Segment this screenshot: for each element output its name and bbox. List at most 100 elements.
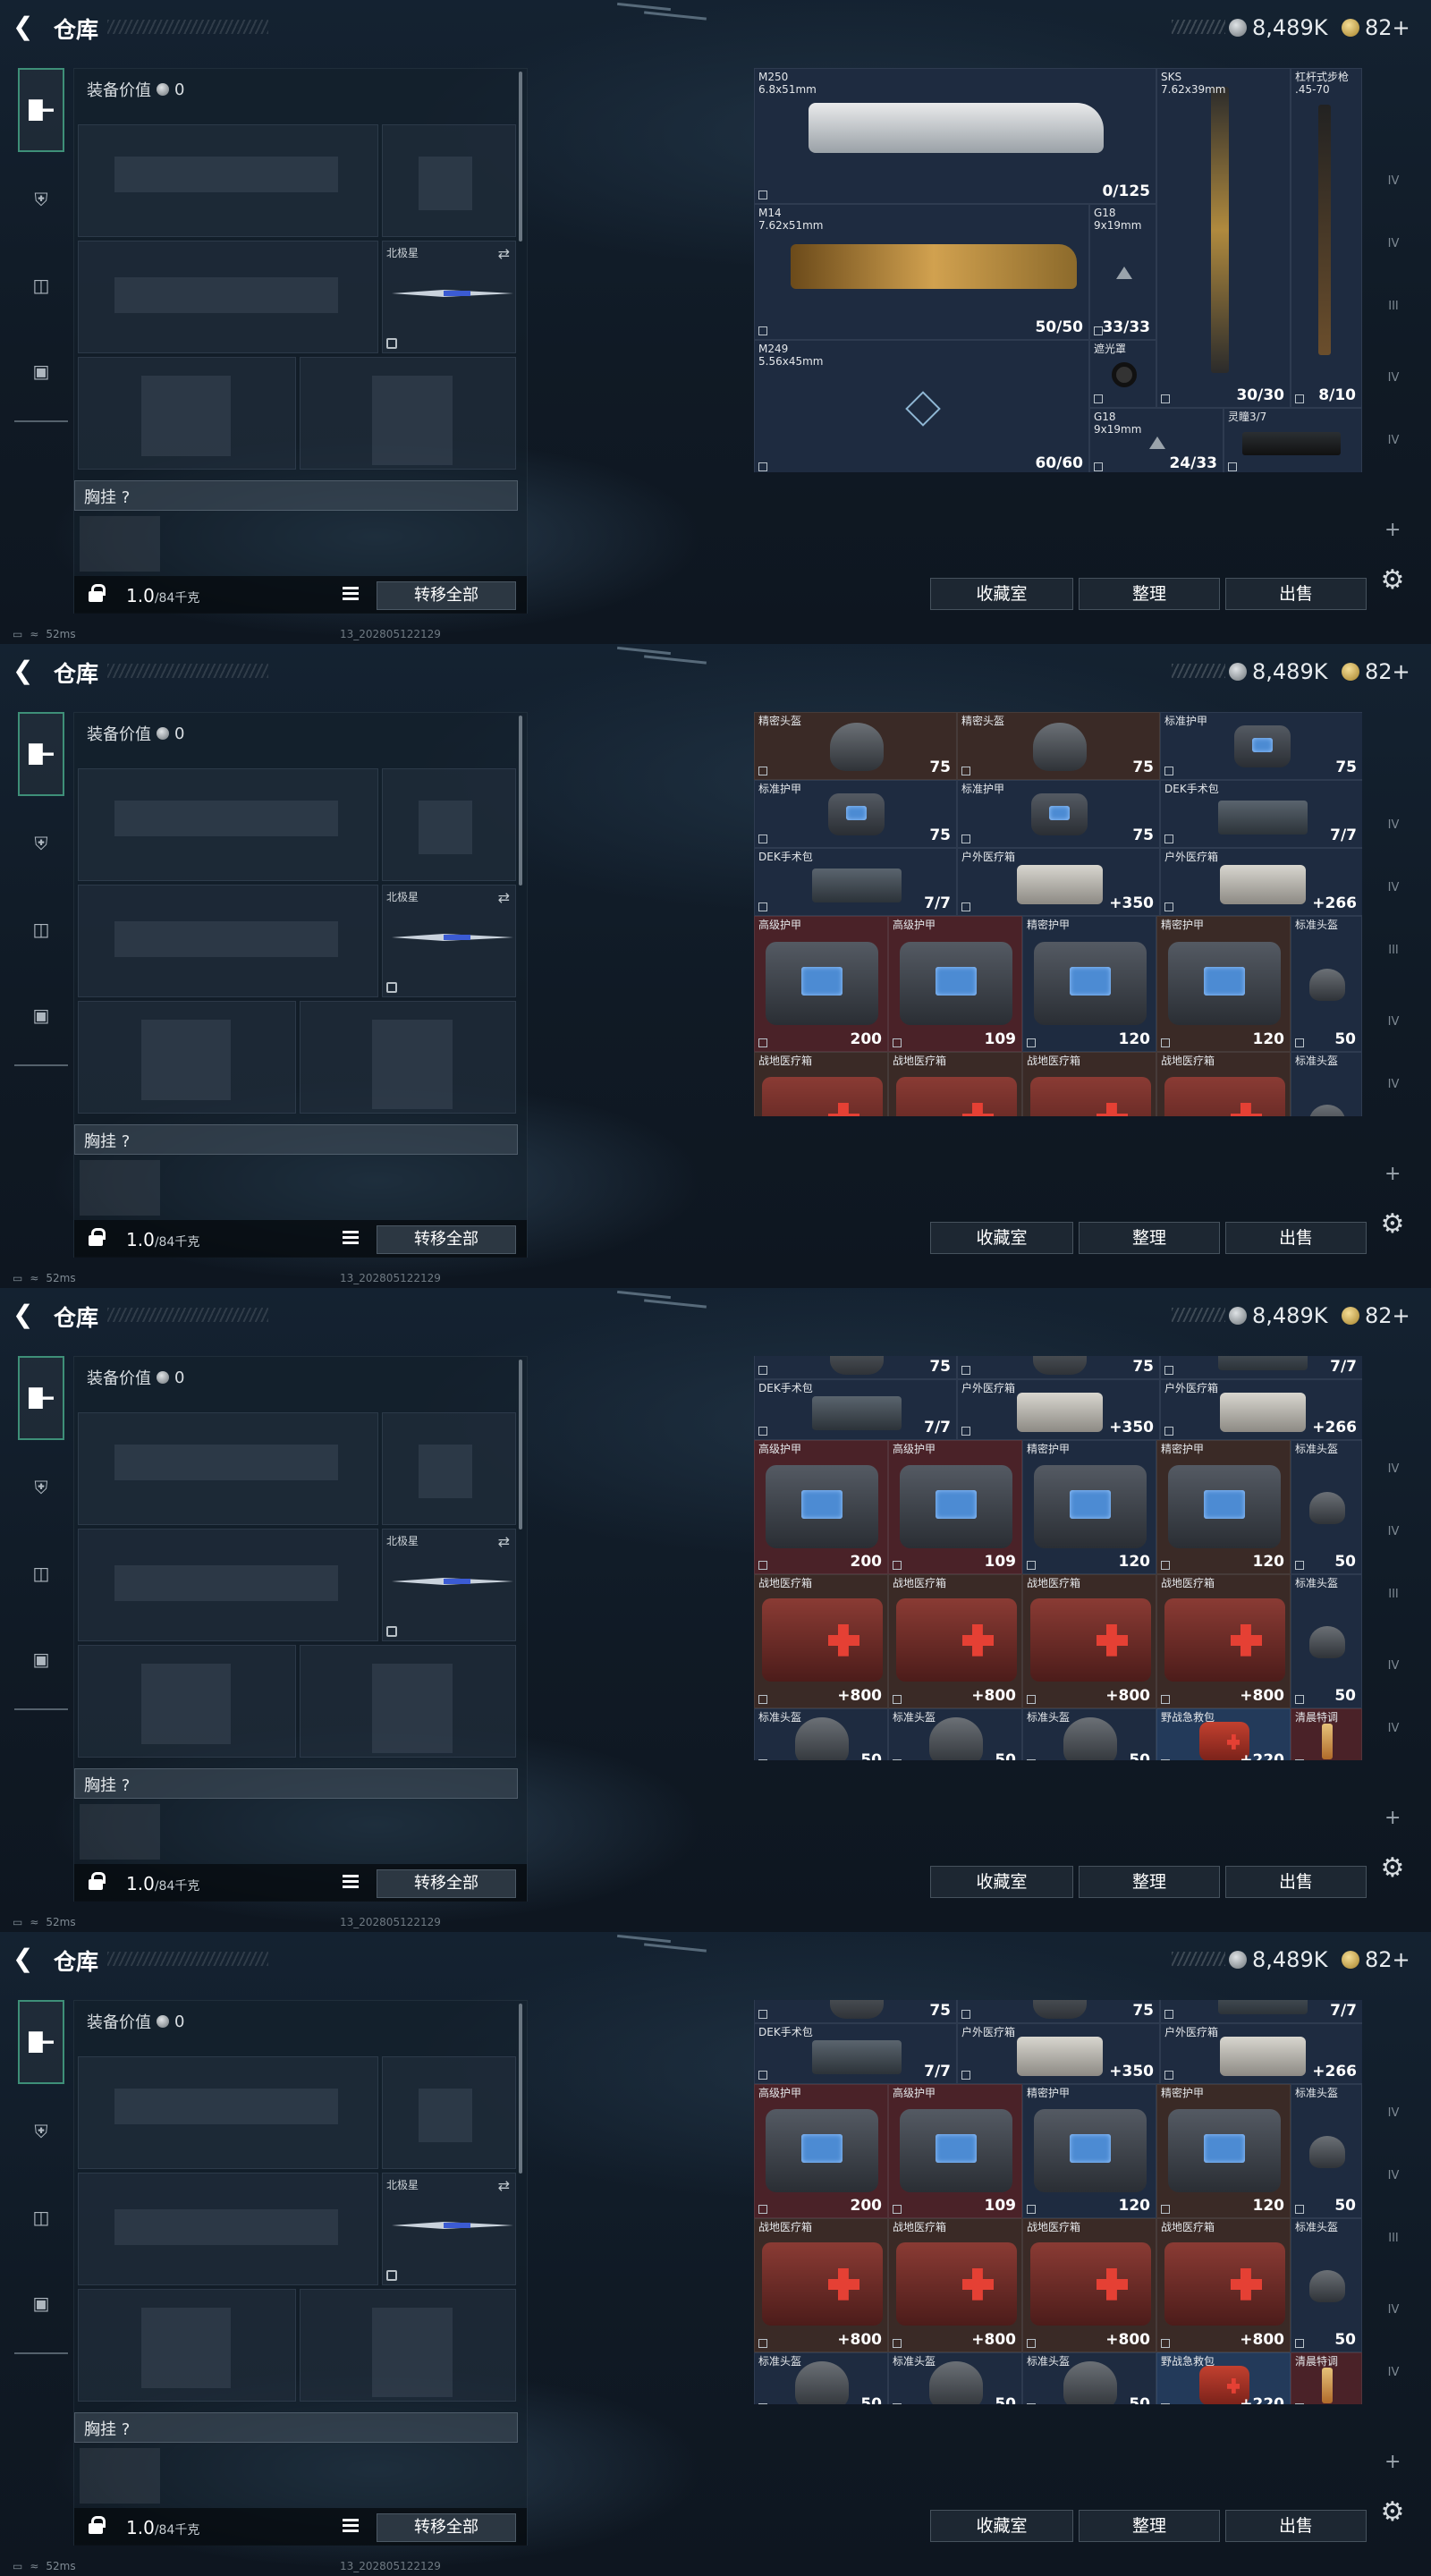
storage-item[interactable]: 高级护甲 109: [888, 2084, 1022, 2218]
list-icon[interactable]: [343, 1875, 359, 1889]
collection-button[interactable]: 收藏室: [930, 578, 1073, 610]
tab-armor[interactable]: ⛨: [18, 157, 64, 242]
storage-item[interactable]: 野战急救包 +220: [1156, 1708, 1291, 1760]
tab-backpack[interactable]: ▣: [18, 329, 64, 413]
loadout-scrollbar[interactable]: [519, 72, 522, 242]
storage-tab[interactable]: IV: [1376, 2343, 1411, 2379]
storage-tab[interactable]: IV: [1376, 411, 1411, 447]
chest-rig-slot[interactable]: 胸挂 ?: [74, 1768, 518, 1799]
storage-item[interactable]: 7/7: [1160, 1356, 1362, 1379]
primary-weapon-slot[interactable]: [78, 1412, 378, 1525]
collection-button[interactable]: 收藏室: [930, 1222, 1073, 1254]
sell-button[interactable]: 出售: [1225, 1866, 1367, 1898]
secondary-weapon-slot[interactable]: [78, 885, 378, 997]
storage-tab[interactable]: IV: [1376, 796, 1411, 832]
storage-item[interactable]: 高级护甲 200: [754, 1440, 888, 1574]
storage-item[interactable]: 户外医疗箱 +266: [1160, 2023, 1362, 2084]
sort-button[interactable]: 整理: [1079, 1222, 1220, 1254]
storage-tab[interactable]: IV: [1376, 1699, 1411, 1735]
tab-supplies[interactable]: ◫: [18, 2175, 64, 2259]
list-icon[interactable]: [343, 587, 359, 601]
storage-item[interactable]: 75: [754, 2000, 957, 2023]
secondary-weapon-slot[interactable]: [78, 1529, 378, 1641]
add-storage-icon[interactable]: +: [1384, 1807, 1401, 1829]
storage-tab[interactable]: IV: [1376, 1503, 1411, 1538]
swap-icon[interactable]: ⇄: [498, 889, 510, 906]
storage-item[interactable]: 户外医疗箱 +350: [957, 2023, 1160, 2084]
storage-item[interactable]: 标准头盔 50: [1291, 2084, 1362, 2218]
storage-item[interactable]: 75: [754, 1356, 957, 1379]
storage-item[interactable]: 户外医疗箱 +266: [1160, 1379, 1362, 1440]
melee-slot[interactable]: 北极星 ⇄: [382, 2173, 516, 2285]
tab-armor[interactable]: ⛨: [18, 801, 64, 886]
storage-tab[interactable]: IV: [1376, 1055, 1411, 1091]
storage-tab[interactable]: [1376, 2018, 1411, 2054]
pistol-slot[interactable]: [382, 1412, 516, 1525]
storage-item[interactable]: 战地医疗箱+800: [1156, 2218, 1291, 2352]
list-icon[interactable]: [343, 1231, 359, 1245]
storage-item[interactable]: 标准护甲 75: [754, 780, 957, 848]
storage-item[interactable]: 杠杆式步枪 .45-70 8/10: [1291, 68, 1362, 408]
storage-item[interactable]: 精密护甲 120: [1022, 916, 1156, 1052]
storage-item[interactable]: 战地医疗箱+800: [754, 1574, 888, 1708]
storage-item[interactable]: DEK手术包 7/7: [754, 848, 957, 916]
settings-gear-icon[interactable]: ⚙: [1377, 2497, 1408, 2528]
secondary-weapon-slot[interactable]: [78, 2173, 378, 2285]
melee-slot[interactable]: 北极星 ⇄: [382, 1529, 516, 1641]
storage-item[interactable]: 标准护甲 75: [1160, 712, 1362, 780]
storage-item[interactable]: 户外医疗箱 +350: [957, 848, 1160, 916]
tab-weapons[interactable]: █━: [18, 68, 64, 152]
storage-item[interactable]: 遮光罩: [1089, 340, 1156, 408]
storage-tab[interactable]: IV: [1376, 859, 1411, 894]
storage-tab[interactable]: IV: [1376, 2084, 1411, 2120]
loadout-scrollbar[interactable]: [519, 1360, 522, 1530]
storage-item[interactable]: 标准头盔 50: [1022, 1708, 1156, 1760]
storage-item[interactable]: 战地医疗箱+800: [1022, 1052, 1156, 1116]
storage-item[interactable]: 精密护甲 120: [1156, 1440, 1291, 1574]
storage-tab[interactable]: IV: [1376, 152, 1411, 188]
tab-weapons[interactable]: █━: [18, 712, 64, 796]
storage-item[interactable]: 标准头盔 50: [1291, 2218, 1362, 2352]
settings-gear-icon[interactable]: ⚙: [1377, 1853, 1408, 1884]
tab-weapons[interactable]: █━: [18, 2000, 64, 2084]
storage-tab[interactable]: IV: [1376, 1637, 1411, 1673]
storage-tab[interactable]: III: [1376, 921, 1411, 957]
storage-item[interactable]: 精密护甲 120: [1022, 2084, 1156, 2218]
storage-item[interactable]: DEK手术包 7/7: [754, 1379, 957, 1440]
storage-item[interactable]: SKS 7.62x39mm 30/30: [1156, 68, 1291, 408]
storage-item[interactable]: 标准护甲 75: [957, 780, 1160, 848]
storage-tab[interactable]: IV: [1376, 215, 1411, 250]
storage-item[interactable]: 标准头盔 50: [1291, 916, 1362, 1052]
helmet-slot[interactable]: [78, 2289, 296, 2402]
tab-supplies[interactable]: ◫: [18, 887, 64, 971]
storage-tab[interactable]: IV: [1376, 349, 1411, 385]
melee-slot[interactable]: 北极星 ⇄: [382, 241, 516, 353]
storage-tab[interactable]: IV: [1376, 1440, 1411, 1476]
storage-item[interactable]: 战地医疗箱+800: [1156, 1052, 1291, 1116]
storage-item[interactable]: 战地医疗箱+800: [1022, 1574, 1156, 1708]
collection-button[interactable]: 收藏室: [930, 1866, 1073, 1898]
armor-slot[interactable]: [300, 1645, 516, 1758]
storage-item[interactable]: 战地医疗箱+800: [888, 1574, 1022, 1708]
transfer-all-button[interactable]: 转移全部: [377, 1225, 516, 1254]
helmet-slot[interactable]: [78, 357, 296, 470]
tab-armor[interactable]: ⛨: [18, 1445, 64, 1530]
storage-item[interactable]: 战地医疗箱+800: [754, 1052, 888, 1116]
storage-item[interactable]: 户外医疗箱 +266: [1160, 848, 1362, 916]
settings-gear-icon[interactable]: ⚙: [1377, 1209, 1408, 1240]
storage-item[interactable]: 精密头盔 75: [754, 712, 957, 780]
primary-weapon-slot[interactable]: [78, 124, 378, 237]
storage-tab[interactable]: III: [1376, 2209, 1411, 2245]
transfer-all-button[interactable]: 转移全部: [377, 2513, 516, 2542]
collection-button[interactable]: 收藏室: [930, 2510, 1073, 2542]
tab-weapons[interactable]: █━: [18, 1356, 64, 1440]
add-storage-icon[interactable]: +: [1384, 519, 1401, 541]
transfer-all-button[interactable]: 转移全部: [377, 581, 516, 610]
storage-item[interactable]: 高级护甲 109: [888, 1440, 1022, 1574]
tab-backpack[interactable]: ▣: [18, 1617, 64, 1701]
storage-tab[interactable]: [1376, 86, 1411, 122]
pistol-slot[interactable]: [382, 2056, 516, 2169]
sort-button[interactable]: 整理: [1079, 2510, 1220, 2542]
storage-item[interactable]: 标准头盔 50: [888, 2352, 1022, 2404]
loadout-scrollbar[interactable]: [519, 716, 522, 886]
